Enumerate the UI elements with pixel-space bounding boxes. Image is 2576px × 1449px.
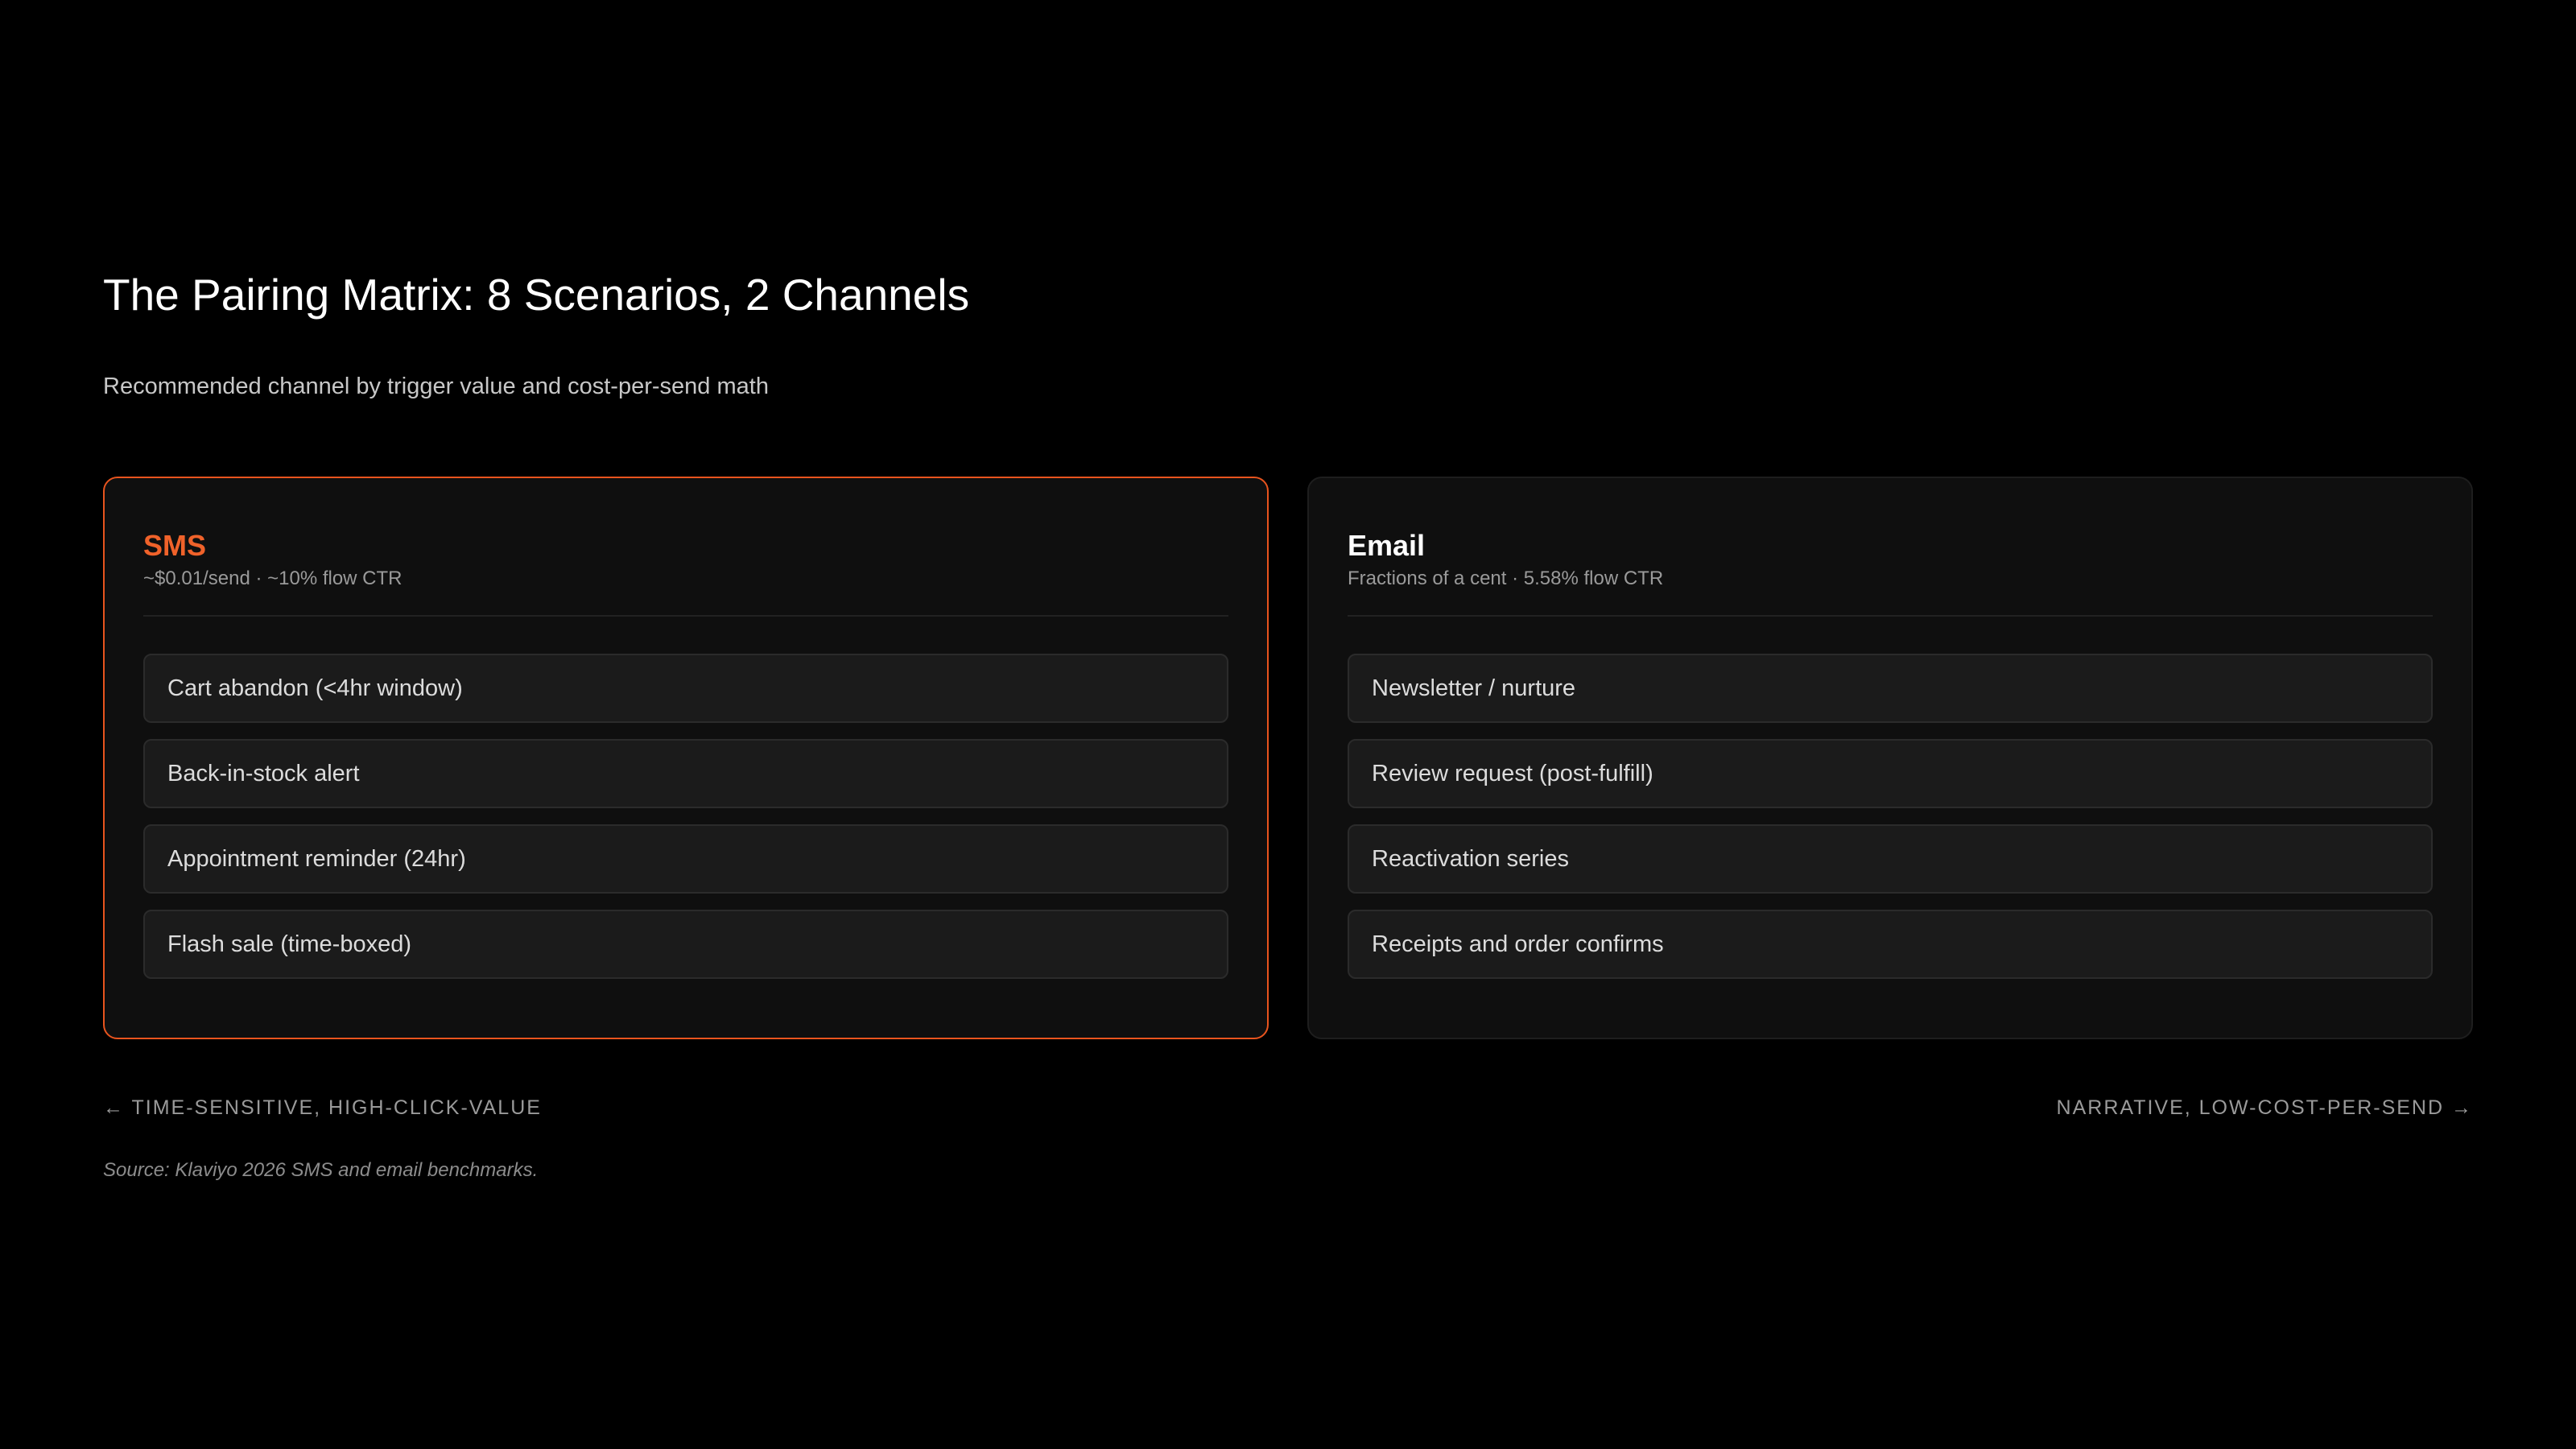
channel-cards: SMS ~$0.01/send · ~10% flow CTR Cart aba… [103,477,2473,1039]
scenario-list: Cart abandon (<4hr window) Back-in-stock… [143,654,1228,979]
channel-cost-meta: ~$0.01/send · ~10% flow CTR [143,568,402,589]
scenario-item: Cart abandon (<4hr window) [143,654,1228,723]
scenario-item: Reactivation series [1348,824,2433,894]
scenario-item: Review request (post-fulfill) [1348,739,2433,808]
page-subtitle: Recommended channel by trigger value and… [103,374,769,399]
scenario-item: Appointment reminder (24hr) [143,824,1228,894]
channel-card-sms: SMS ~$0.01/send · ~10% flow CTR Cart aba… [103,477,1269,1039]
scenario-item: Newsletter / nurture [1348,654,2433,723]
channel-name: Email [1348,529,1426,562]
scenario-list: Newsletter / nurture Review request (pos… [1348,654,2433,979]
slide: The Pairing Matrix: 8 Scenarios, 2 Chann… [103,0,2473,1449]
channel-card-email: Email Fractions of a cent · 5.58% flow C… [1307,477,2473,1039]
scenario-item: Flash sale (time-boxed) [143,910,1228,979]
page-title: The Pairing Matrix: 8 Scenarios, 2 Chann… [103,270,970,320]
source-note: Source: Klaviyo 2026 SMS and email bench… [103,1159,539,1181]
axis-label-right: NARRATIVE, LOW-COST-PER-SEND → [2056,1096,2473,1119]
card-divider [143,615,1228,617]
axis-label-left: ← TIME-SENSITIVE, HIGH-CLICK-VALUE [103,1096,542,1119]
card-divider [1348,615,2433,617]
scenario-item: Back-in-stock alert [143,739,1228,808]
channel-name: SMS [143,529,207,562]
channel-cost-meta: Fractions of a cent · 5.58% flow CTR [1348,568,1664,589]
scenario-item: Receipts and order confirms [1348,910,2433,979]
